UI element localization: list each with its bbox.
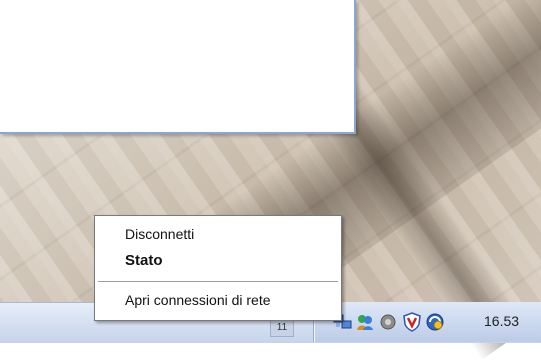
clock[interactable]: 16.53 — [484, 313, 519, 329]
menu-item-open-network-connections[interactable]: Apri connessioni di rete — [125, 292, 271, 308]
network-context-menu: Disconnetti Stato Apri connessioni di re… — [94, 215, 342, 321]
menu-item-disconnect[interactable]: Disconnetti — [125, 226, 194, 242]
application-window[interactable] — [0, 0, 356, 134]
messenger-icon[interactable] — [355, 312, 375, 332]
antivirus-shield-icon[interactable] — [402, 312, 422, 332]
volume-icon[interactable] — [378, 312, 398, 332]
taskbar-button[interactable]: 11 — [270, 319, 294, 337]
menu-separator — [98, 281, 338, 283]
menu-item-status[interactable]: Stato — [125, 252, 163, 269]
security-update-icon[interactable] — [425, 312, 445, 332]
